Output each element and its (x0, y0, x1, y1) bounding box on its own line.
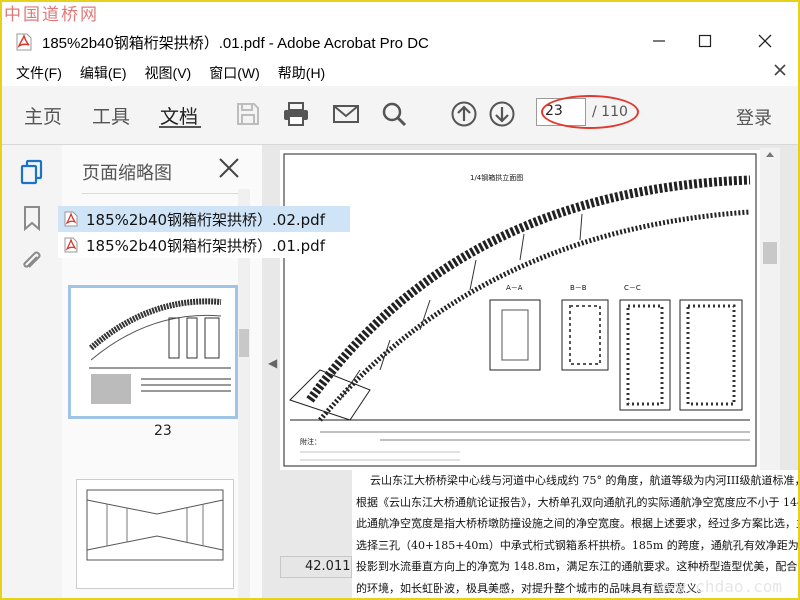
minimize-icon (653, 40, 665, 42)
acrobat-pdf-icon (16, 33, 32, 51)
thumbnail-page-23[interactable] (68, 285, 238, 419)
watermark-bottom: www.chdao.com (656, 577, 782, 596)
bookmark-icon[interactable] (20, 205, 44, 231)
thumbnail-scroll-grip[interactable] (239, 329, 249, 357)
section-b-label: B－B (570, 284, 587, 292)
scroll-up-arrow-icon[interactable] (765, 150, 775, 158)
file-item-02[interactable]: 185%2b40钢箱桁架拱桥）.02.pdf (58, 206, 350, 232)
paragraph-line: 云山东江大桥桥梁中心线与河道中心线成约 75° 的角度，航道等级为内河III级航… (370, 474, 800, 487)
document-scroll-grip[interactable] (763, 242, 777, 264)
close-window-button[interactable] (742, 26, 788, 56)
annotation-ellipse (541, 95, 639, 129)
file-name: 185%2b40钢箱桁架拱桥）.01.pdf (86, 236, 325, 255)
menu-view[interactable]: 视图(V) (145, 63, 192, 83)
bridge-drawing: 1/4钢箱拱立面图 A－A B－B C－C 附注： (283, 153, 757, 467)
pdf-file-icon (64, 211, 78, 227)
menu-help[interactable]: 帮助(H) (278, 63, 325, 83)
paragraph-line: 投影到水流垂直方向上的净宽为 148.8m，满足东江的通航要求。这种桥型造型优美… (356, 560, 800, 573)
search-icon[interactable] (380, 100, 408, 128)
paragraph-line: 选择三孔（40+185+40m）中承式桁式钢箱系杆拱桥。185m 的跨度，通航孔… (356, 538, 800, 552)
zoom-value-field[interactable]: 42.011 (280, 556, 352, 578)
panel-divider (82, 193, 248, 194)
tab-home[interactable]: 主页 (24, 102, 62, 129)
close-icon (774, 64, 786, 76)
attachment-icon[interactable] (20, 249, 44, 275)
panel-title: 页面缩略图 (82, 163, 172, 184)
file-item-01[interactable]: 185%2b40钢箱桁架拱桥）.01.pdf (58, 232, 350, 258)
window-title: 185%2b40钢箱桁架拱桥）.01.pdf - Adobe Acrobat P… (42, 34, 429, 52)
close-panel-icon[interactable] (218, 157, 240, 179)
file-name: 185%2b40钢箱桁架拱桥）.02.pdf (86, 210, 325, 229)
menu-file[interactable]: 文件(F) (16, 63, 62, 83)
menu-edit[interactable]: 编辑(E) (80, 63, 127, 83)
thumbnail-page-label: 23 (154, 423, 172, 439)
print-icon[interactable] (282, 100, 310, 128)
open-files-list: 185%2b40钢箱桁架拱桥）.02.pdf 185%2b40钢箱桁架拱桥）.0… (58, 206, 350, 258)
collapse-panel-arrow[interactable]: ◀ (268, 356, 277, 370)
watermark-top: 中国道桥网 (4, 5, 99, 25)
pdf-page-drawing: 1/4钢箱拱立面图 A－A B－B C－C 附注： (280, 150, 760, 470)
paragraph-line: 此通航净空宽度是指大桥桥墩防撞设施之间的净空宽度。根据上述要求，经过多方案比选，… (356, 517, 800, 530)
active-tab-indicator (159, 126, 201, 128)
thumbnail-page-24[interactable] (76, 479, 234, 589)
save-icon[interactable] (234, 100, 262, 128)
toolbar: 主页 工具 文档 23 / 110 登录 (0, 86, 800, 145)
section-a-label: A－A (506, 284, 523, 292)
page-thumbnails-icon[interactable] (20, 159, 44, 185)
close-icon (758, 34, 772, 48)
menu-window[interactable]: 窗口(W) (209, 63, 260, 83)
notes-title: 附注： (300, 437, 321, 446)
paragraph-line: 根据《云山东江大桥通航论证报告》，大桥单孔双向通航孔的实际通航净空宽度应不小于 … (356, 495, 800, 509)
previous-page-icon[interactable] (450, 100, 478, 128)
next-page-icon[interactable] (488, 100, 516, 128)
close-document-button[interactable] (774, 64, 786, 80)
tab-tools[interactable]: 工具 (92, 102, 130, 129)
thumbnail-drawing (86, 489, 224, 561)
login-button[interactable]: 登录 (736, 104, 772, 130)
maximize-icon (698, 34, 712, 48)
section-c-label: C－C (624, 284, 641, 292)
maximize-button[interactable] (682, 26, 728, 56)
minimize-button[interactable] (636, 26, 682, 56)
menu-bar: 文件(F) 编辑(E) 视图(V) 窗口(W) 帮助(H) (0, 60, 800, 86)
tab-document[interactable]: 文档 (160, 102, 198, 129)
email-icon[interactable] (332, 100, 360, 128)
drawing-title: 1/4钢箱拱立面图 (470, 173, 523, 182)
pdf-file-icon (64, 237, 78, 253)
navigation-rail (0, 145, 63, 600)
thumbnail-drawing (89, 298, 231, 404)
